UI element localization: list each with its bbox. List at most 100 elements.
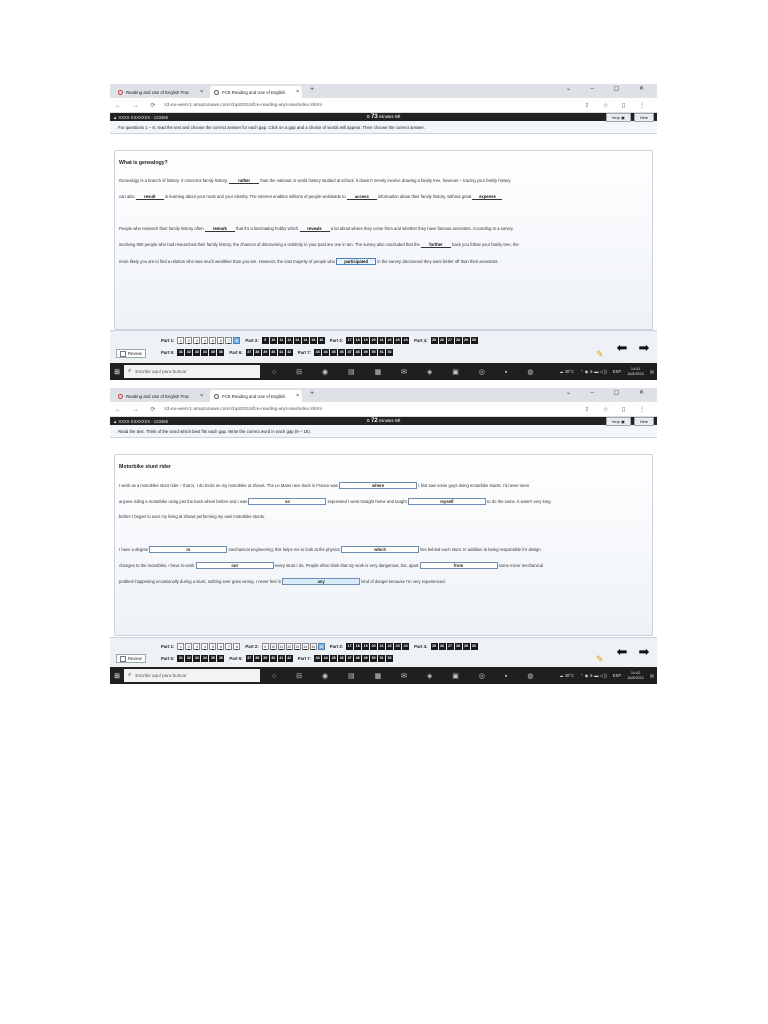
question-6-button[interactable]: 6 bbox=[217, 337, 225, 344]
gap-10-input[interactable]: so bbox=[248, 498, 327, 505]
question-31-button[interactable]: 31 bbox=[177, 655, 185, 662]
gap-14-input[interactable]: out bbox=[195, 562, 274, 569]
taskbar-app-icons[interactable]: ○ ⊟ ◉ ▤ ▦ ✉ ◈ ▣ ◎ ▪ ◍ bbox=[272, 672, 542, 680]
question-19-button[interactable]: 19 bbox=[362, 643, 370, 650]
window-controls[interactable]: ⌄ – ▢ ✕ bbox=[566, 389, 653, 396]
question-10-button[interactable]: 10 bbox=[269, 337, 277, 344]
question-13-button[interactable]: 13 bbox=[293, 643, 301, 650]
question-40-button[interactable]: 40 bbox=[269, 655, 277, 662]
question-41-button[interactable]: 41 bbox=[277, 349, 285, 356]
question-32-button[interactable]: 32 bbox=[185, 349, 193, 356]
gap-11-input[interactable]: myself bbox=[407, 498, 486, 505]
gap-8[interactable]: participated bbox=[336, 258, 377, 265]
question-3-button[interactable]: 3 bbox=[193, 643, 201, 650]
help-button[interactable]: Help ▣ bbox=[605, 417, 631, 426]
arrow-right-icon[interactable]: ➡ bbox=[636, 644, 652, 660]
question-36-button[interactable]: 36 bbox=[217, 349, 225, 356]
question-37-button[interactable]: 37 bbox=[245, 655, 253, 662]
gap-6[interactable]: reveals bbox=[299, 226, 330, 232]
gap-3[interactable]: access bbox=[346, 194, 377, 200]
question-48-button[interactable]: 48 bbox=[354, 655, 362, 662]
question-48-button[interactable]: 48 bbox=[354, 349, 362, 356]
close-icon[interactable]: × bbox=[296, 393, 299, 399]
question-39-button[interactable]: 39 bbox=[261, 655, 269, 662]
question-9-button[interactable]: 9 bbox=[261, 643, 269, 650]
question-50-button[interactable]: 50 bbox=[370, 655, 378, 662]
question-9-button[interactable]: 9 bbox=[261, 337, 269, 344]
gap-9-input[interactable]: where bbox=[339, 482, 418, 489]
question-11-button[interactable]: 11 bbox=[277, 643, 285, 650]
hide-button[interactable]: Hide bbox=[633, 417, 654, 426]
arrow-right-icon[interactable]: ➡ bbox=[636, 340, 652, 356]
browser-tab-2[interactable]: FCE Reading and Use of English × bbox=[210, 390, 302, 402]
taskbar-search[interactable]: ⌕ Escribe aquí para buscar bbox=[124, 365, 260, 378]
question-16-button[interactable]: 16 bbox=[317, 643, 325, 650]
question-42-button[interactable]: 42 bbox=[285, 349, 293, 356]
arrow-left-icon[interactable]: ⬅ bbox=[614, 644, 630, 660]
close-icon[interactable]: × bbox=[200, 393, 203, 399]
question-52-button[interactable]: 52 bbox=[386, 349, 394, 356]
question-21-button[interactable]: 21 bbox=[378, 337, 386, 344]
question-46-button[interactable]: 46 bbox=[338, 349, 346, 356]
question-13-button[interactable]: 13 bbox=[293, 337, 301, 344]
question-44-button[interactable]: 44 bbox=[322, 655, 330, 662]
arrow-left-icon[interactable]: ⬅ bbox=[614, 340, 630, 356]
question-33-button[interactable]: 33 bbox=[193, 655, 201, 662]
question-24-button[interactable]: 24 bbox=[402, 337, 410, 344]
question-47-button[interactable]: 47 bbox=[346, 349, 354, 356]
question-28-button[interactable]: 28 bbox=[454, 337, 462, 344]
close-icon[interactable]: × bbox=[296, 89, 299, 95]
gap-7[interactable]: further bbox=[421, 242, 451, 248]
url-field[interactable]: s3-eu-west-1.amazonaws.com/cbpt/2015/fce… bbox=[164, 103, 321, 108]
question-6-button[interactable]: 6 bbox=[217, 643, 225, 650]
nav-arrows-icon[interactable]: ← → ⟳ bbox=[110, 406, 160, 413]
question-45-button[interactable]: 45 bbox=[330, 349, 338, 356]
question-27-button[interactable]: 27 bbox=[446, 643, 454, 650]
question-3-button[interactable]: 3 bbox=[193, 337, 201, 344]
question-5-button[interactable]: 5 bbox=[209, 337, 217, 344]
question-7-button[interactable]: 7 bbox=[225, 643, 233, 650]
question-21-button[interactable]: 21 bbox=[378, 643, 386, 650]
question-35-button[interactable]: 35 bbox=[209, 655, 217, 662]
url-field[interactable]: s3-eu-west-1.amazonaws.com/cbpt/2015/fce… bbox=[164, 407, 321, 412]
question-32-button[interactable]: 32 bbox=[185, 655, 193, 662]
gap-13-input[interactable]: which bbox=[341, 546, 420, 553]
browser-tab-1[interactable]: Reading and Use of English Prac × bbox=[114, 86, 206, 98]
question-25-button[interactable]: 25 bbox=[430, 643, 438, 650]
question-36-button[interactable]: 36 bbox=[217, 655, 225, 662]
question-37-button[interactable]: 37 bbox=[245, 349, 253, 356]
taskbar-search[interactable]: ⌕ Escribe aquí para buscar bbox=[124, 669, 260, 682]
gap-4[interactable]: expense bbox=[472, 194, 503, 200]
question-26-button[interactable]: 26 bbox=[438, 643, 446, 650]
question-26-button[interactable]: 26 bbox=[438, 337, 446, 344]
question-4-button[interactable]: 4 bbox=[201, 643, 209, 650]
question-15-button[interactable]: 15 bbox=[309, 643, 317, 650]
question-30-button[interactable]: 30 bbox=[470, 643, 478, 650]
question-7-button[interactable]: 7 bbox=[225, 337, 233, 344]
question-2-button[interactable]: 2 bbox=[185, 643, 193, 650]
hide-button[interactable]: Hide bbox=[633, 113, 654, 122]
browser-toolbar-icons[interactable]: ⇪ ☆ ▯ ⋮ bbox=[584, 406, 651, 413]
question-34-button[interactable]: 34 bbox=[201, 655, 209, 662]
question-52-button[interactable]: 52 bbox=[386, 655, 394, 662]
question-23-button[interactable]: 23 bbox=[394, 337, 402, 344]
question-49-button[interactable]: 49 bbox=[362, 655, 370, 662]
question-1-button[interactable]: 1 bbox=[177, 643, 185, 650]
pencil-icon[interactable]: ✎ bbox=[596, 349, 604, 360]
question-5-button[interactable]: 5 bbox=[209, 643, 217, 650]
windows-start-icon[interactable]: ⊞ bbox=[110, 368, 124, 376]
question-18-button[interactable]: 18 bbox=[354, 643, 362, 650]
question-47-button[interactable]: 47 bbox=[346, 655, 354, 662]
question-24-button[interactable]: 24 bbox=[402, 643, 410, 650]
question-39-button[interactable]: 39 bbox=[261, 349, 269, 356]
question-4-button[interactable]: 4 bbox=[201, 337, 209, 344]
question-38-button[interactable]: 38 bbox=[253, 655, 261, 662]
question-22-button[interactable]: 22 bbox=[386, 643, 394, 650]
browser-toolbar-icons[interactable]: ⇪ ☆ ▯ ⋮ bbox=[584, 102, 651, 109]
gap-15-input[interactable]: from bbox=[419, 562, 498, 569]
question-42-button[interactable]: 42 bbox=[285, 655, 293, 662]
question-17-button[interactable]: 17 bbox=[346, 337, 354, 344]
question-51-button[interactable]: 51 bbox=[378, 349, 386, 356]
nav-arrows-icon[interactable]: ← → ⟳ bbox=[110, 102, 160, 109]
question-12-button[interactable]: 12 bbox=[285, 643, 293, 650]
